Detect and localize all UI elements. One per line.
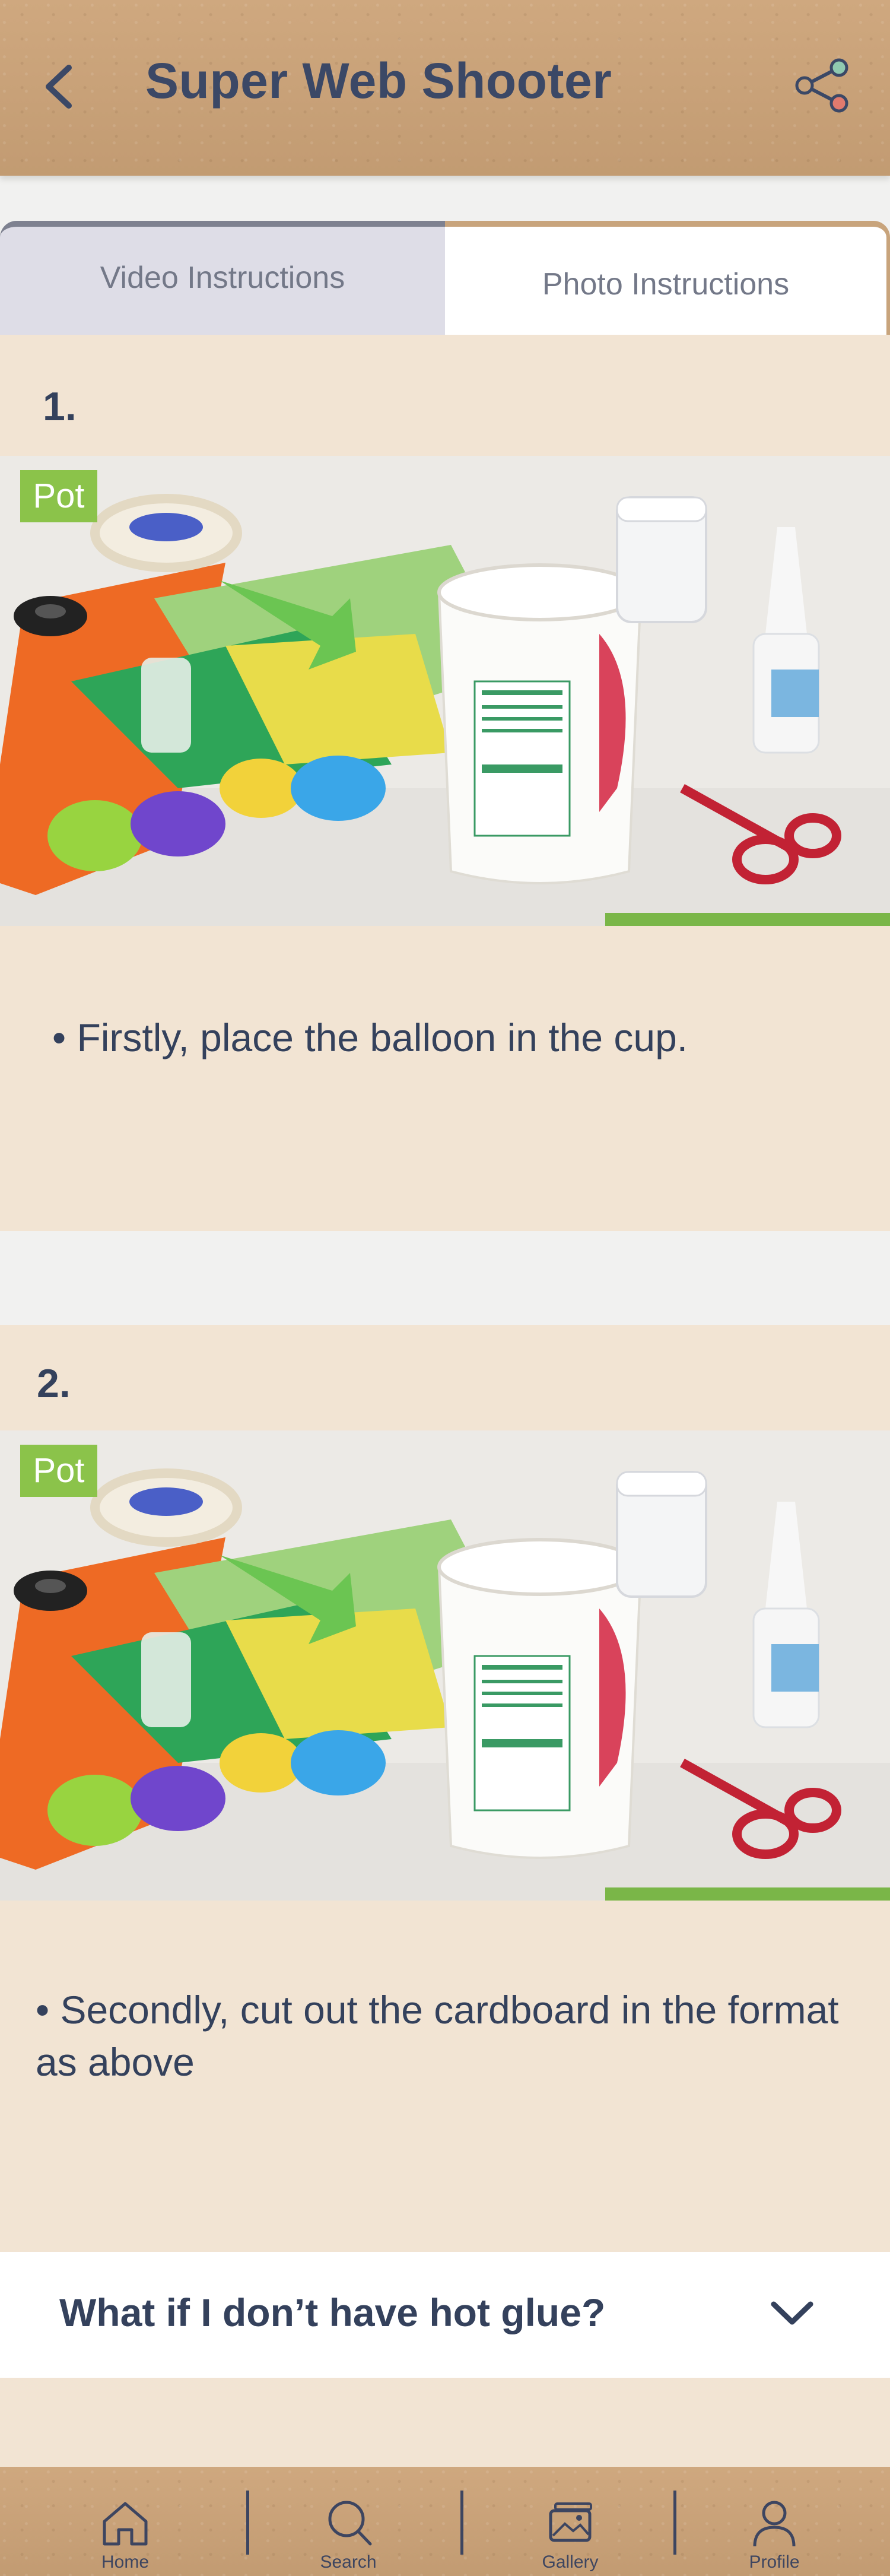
step-photo-illustration <box>0 1430 890 1901</box>
step-text: • Firstly, place the balloon in the cup. <box>52 1016 688 1059</box>
nav-divider <box>246 2491 249 2555</box>
instruction-tabs: Video Instructions Photo Instructions <box>0 221 890 335</box>
nav-label: Search <box>320 2552 377 2572</box>
page-title: Super Web Shooter <box>145 53 612 109</box>
content-background <box>0 2378 890 2467</box>
chevron-left-icon <box>46 65 72 109</box>
tab-photo-instructions[interactable]: Photo Instructions <box>445 221 890 335</box>
bottom-navigation: Home Search Gallery Profile <box>0 2467 890 2576</box>
step-card-2: 2. Pot • Secondly, cut out the cardboard… <box>0 1325 890 2252</box>
nav-label: Home <box>101 2552 150 2572</box>
step-number: 1. <box>43 384 77 429</box>
home-icon <box>103 2502 148 2546</box>
step-number: 2. <box>37 1361 71 1406</box>
tab-video-instructions[interactable]: Video Instructions <box>0 221 445 335</box>
nav-home[interactable]: Home <box>51 2467 199 2576</box>
nav-divider <box>460 2491 463 2555</box>
share-icon <box>795 58 848 113</box>
nav-profile[interactable]: Profile <box>700 2467 848 2576</box>
nav-label: Profile <box>749 2552 800 2572</box>
step-photo-badge: Pot <box>33 1451 85 1490</box>
nav-label: Gallery <box>542 2552 599 2572</box>
step-text: • Secondly, cut out the cardboard in the… <box>36 1988 839 2084</box>
search-icon <box>328 2501 372 2546</box>
nav-divider <box>673 2491 676 2555</box>
share-button[interactable] <box>790 57 854 114</box>
step-photo[interactable]: Pot <box>0 456 890 926</box>
profile-icon <box>753 2501 796 2547</box>
nav-search[interactable]: Search <box>274 2467 422 2576</box>
step-photo-illustration <box>0 456 890 926</box>
back-button[interactable] <box>34 59 82 114</box>
step-card-1: 1. Pot • Firstly, place the balloon in t… <box>0 335 890 1231</box>
step-photo[interactable]: Pot <box>0 1430 890 1901</box>
step-photo-badge: Pot <box>33 477 85 515</box>
faq-question: What if I don’t have hot glue? <box>59 2291 606 2334</box>
nav-gallery[interactable]: Gallery <box>496 2467 644 2576</box>
chevron-down-icon[interactable] <box>765 2292 819 2334</box>
gallery-icon <box>549 2502 592 2542</box>
faq-accordion[interactable]: What if I don’t have hot glue? <box>0 2252 890 2378</box>
app-header: Super Web Shooter <box>0 0 890 176</box>
